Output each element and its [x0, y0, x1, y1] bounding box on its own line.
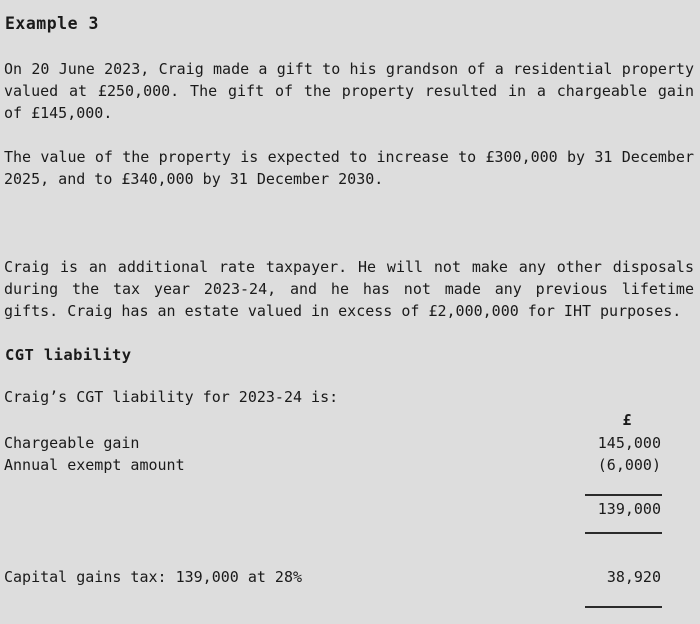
row-label: Capital gains tax: 139,000 at 28%	[4, 568, 303, 586]
currency-column-header: £	[622, 411, 632, 429]
page-title: Example 3	[5, 14, 99, 34]
table-row: Annual exempt amount (6,000)	[0, 454, 700, 476]
row-label: Annual exempt amount	[4, 456, 185, 474]
computation-lead-in: Craig’s CGT liability for 2023-24 is:	[4, 388, 339, 406]
row-amount: 38,920	[606, 568, 661, 586]
subtotal-rule-bottom	[585, 532, 662, 534]
table-row: Chargeable gain 145,000	[0, 432, 700, 454]
table-row: Capital gains tax: 139,000 at 28% 38,920	[0, 566, 700, 588]
row-amount: 145,000	[597, 434, 661, 452]
row-amount: 139,000	[597, 500, 661, 518]
row-amount: (6,000)	[597, 456, 661, 474]
subtotal-rule-top	[585, 494, 662, 496]
table-row: 139,000	[0, 498, 700, 520]
paragraph-taxpayer-status: Craig is an additional rate taxpayer. He…	[4, 258, 694, 321]
document-page: Example 3 On 20 June 2023, Craig made a …	[0, 0, 700, 624]
section-heading-cgt-liability: CGT liability	[5, 345, 132, 364]
paragraph-future-values: The value of the property is expected to…	[4, 148, 694, 189]
total-rule-bottom	[585, 606, 662, 608]
row-label: Chargeable gain	[4, 434, 140, 452]
paragraph-scenario-gift: On 20 June 2023, Craig made a gift to hi…	[4, 60, 694, 123]
